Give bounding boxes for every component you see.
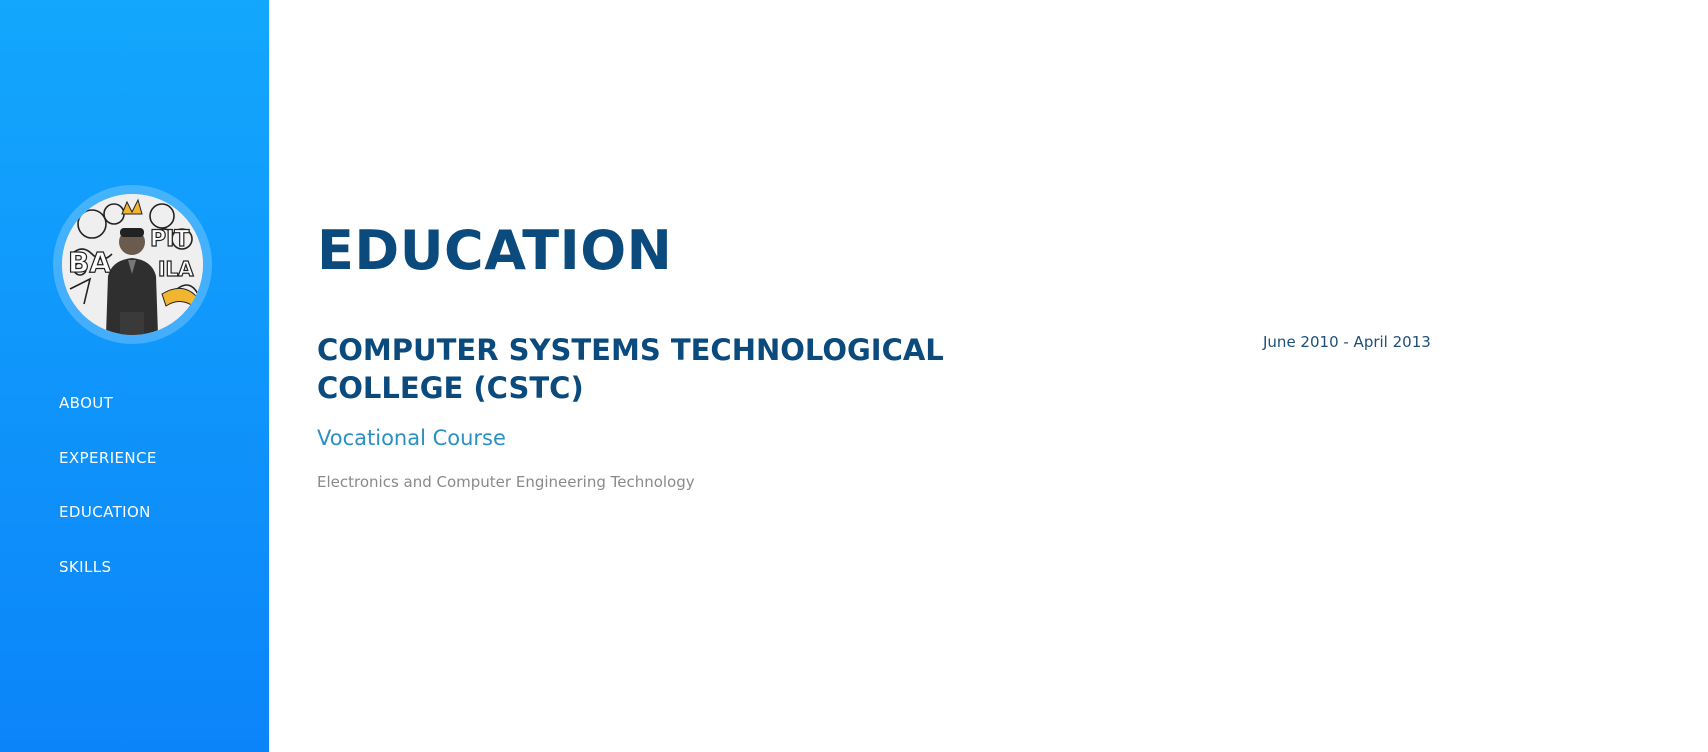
sidebar: BA PIT ILA ABOUT EXPERIENCE EDUCATION SK…: [0, 0, 269, 752]
date-range: June 2010 - April 2013: [1263, 333, 1431, 351]
sidebar-nav: ABOUT EXPERIENCE EDUCATION SKILLS: [59, 390, 157, 608]
svg-text:PIT: PIT: [150, 227, 189, 252]
avatar-frame: BA PIT ILA: [53, 185, 212, 344]
course-description: Electronics and Computer Engineering Tec…: [317, 473, 695, 491]
main-content: EDUCATION COMPUTER SYSTEMS TECHNOLOGICAL…: [269, 0, 1708, 752]
nav-link-experience[interactable]: EXPERIENCE: [59, 449, 157, 467]
nav-link-skills[interactable]: SKILLS: [59, 558, 111, 576]
avatar: BA PIT ILA: [62, 194, 203, 335]
nav-item-experience: EXPERIENCE: [59, 445, 157, 500]
nav-link-education[interactable]: EDUCATION: [59, 503, 151, 521]
nav-item-education: EDUCATION: [59, 499, 157, 554]
course-name: Vocational Course: [317, 426, 506, 450]
section-title: EDUCATION: [317, 219, 673, 282]
avatar-image: BA PIT ILA: [62, 194, 203, 335]
svg-text:BA: BA: [68, 246, 111, 279]
nav-link-about[interactable]: ABOUT: [59, 394, 113, 412]
nav-item-about: ABOUT: [59, 390, 157, 445]
nav-item-skills: SKILLS: [59, 554, 157, 609]
school-name: COMPUTER SYSTEMS TECHNOLOGICAL COLLEGE (…: [317, 333, 944, 405]
svg-text:ILA: ILA: [158, 257, 194, 281]
